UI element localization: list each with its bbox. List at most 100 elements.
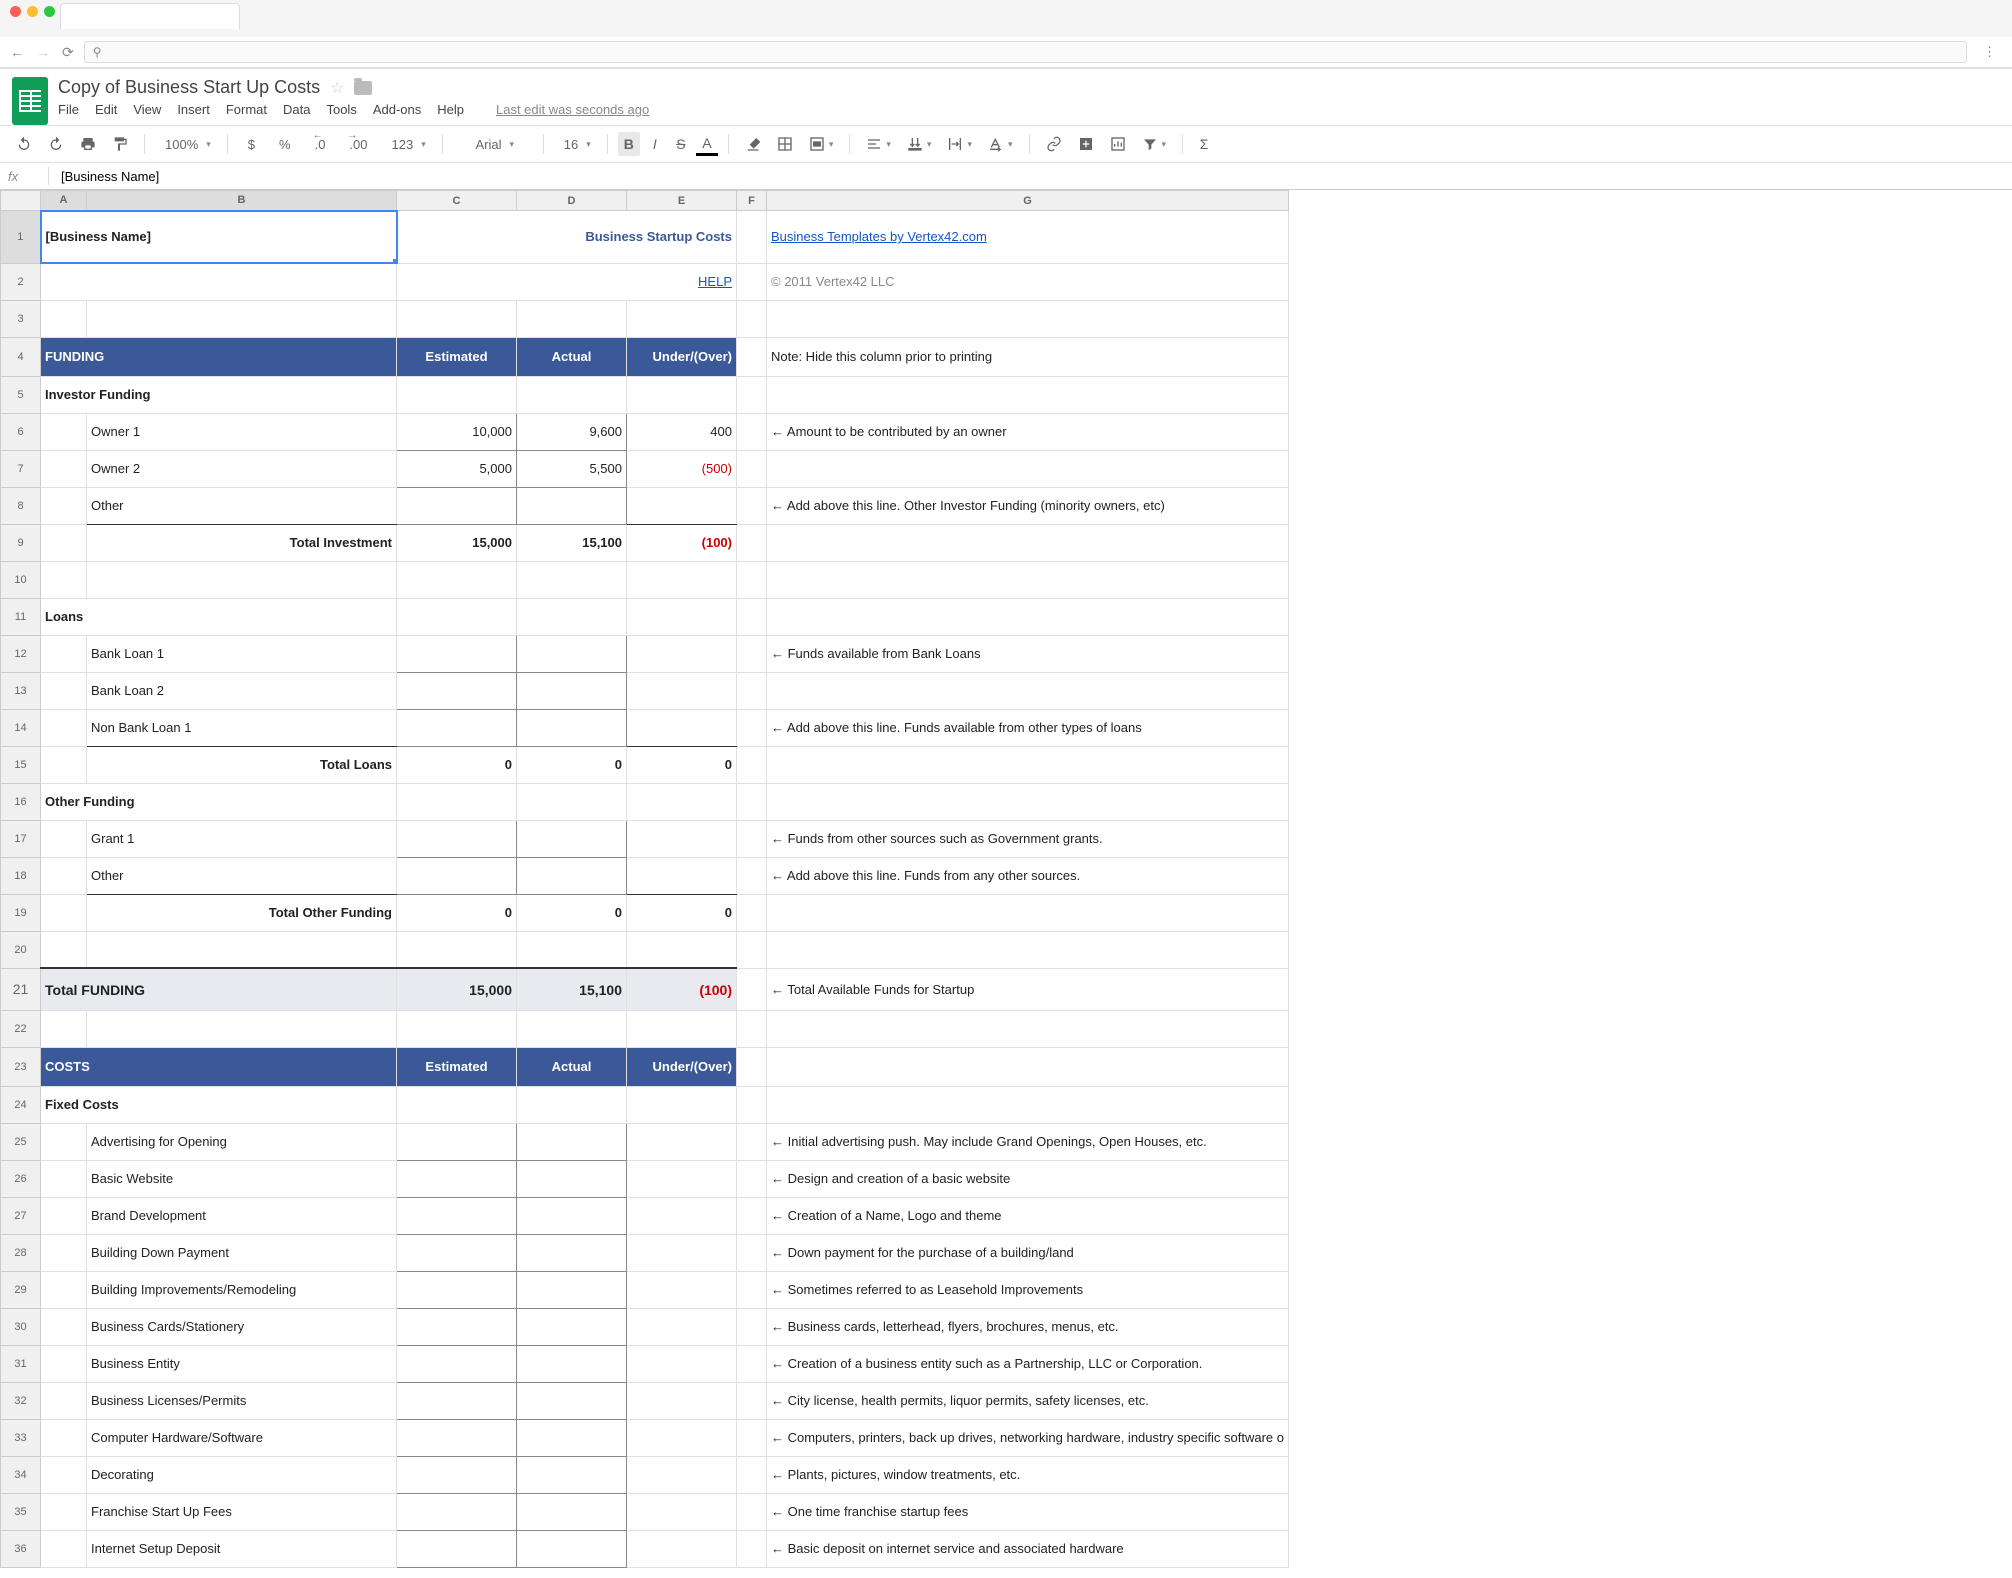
other-inv-label[interactable]: Other xyxy=(87,487,397,524)
cell[interactable] xyxy=(627,1456,737,1493)
bank1-est[interactable] xyxy=(397,635,517,672)
cell[interactable] xyxy=(737,1234,767,1271)
cell-copyright[interactable]: © 2011 Vertex42 LLC xyxy=(767,263,1289,300)
row-header[interactable]: 26 xyxy=(1,1160,41,1197)
cell[interactable] xyxy=(737,746,767,783)
doc-title[interactable]: Copy of Business Start Up Costs xyxy=(58,77,320,98)
cost-note[interactable]: ← Computers, printers, back up drives, n… xyxy=(767,1419,1289,1456)
cell[interactable] xyxy=(767,672,1289,709)
cost-item-label[interactable]: Internet Setup Deposit xyxy=(87,1530,397,1567)
row-header[interactable]: 27 xyxy=(1,1197,41,1234)
maximize-window-icon[interactable] xyxy=(44,6,55,17)
cost-act[interactable] xyxy=(517,1382,627,1419)
other-of-note[interactable]: ← Add above this line. Funds from any ot… xyxy=(767,857,1289,894)
cell[interactable] xyxy=(627,1123,737,1160)
last-edit-link[interactable]: Last edit was seconds ago xyxy=(496,102,649,117)
cell[interactable] xyxy=(767,746,1289,783)
cell[interactable] xyxy=(627,1530,737,1567)
cell[interactable] xyxy=(627,1271,737,1308)
currency-button[interactable]: $ xyxy=(238,132,265,156)
funding-under-header[interactable]: Under/(Over) xyxy=(627,337,737,376)
cell[interactable] xyxy=(41,1382,87,1419)
owner2-label[interactable]: Owner 2 xyxy=(87,450,397,487)
cost-note[interactable]: ← Business cards, letterhead, flyers, br… xyxy=(767,1308,1289,1345)
cell-templates-link[interactable]: Business Templates by Vertex42.com xyxy=(767,211,1289,264)
bank2-act[interactable] xyxy=(517,672,627,709)
row-header[interactable]: 30 xyxy=(1,1308,41,1345)
zoom-select[interactable]: 100% xyxy=(155,132,217,156)
cell[interactable] xyxy=(41,931,87,968)
cell[interactable] xyxy=(627,1419,737,1456)
cell[interactable] xyxy=(87,300,397,337)
cost-est[interactable] xyxy=(397,1382,517,1419)
cell[interactable] xyxy=(41,413,87,450)
total-inv-est[interactable]: 15,000 xyxy=(397,524,517,561)
row-header[interactable]: 16 xyxy=(1,783,41,820)
cost-est[interactable] xyxy=(397,1197,517,1234)
cost-item-label[interactable]: Advertising for Opening xyxy=(87,1123,397,1160)
cell[interactable] xyxy=(41,300,87,337)
cell[interactable] xyxy=(41,524,87,561)
row-header[interactable]: 17 xyxy=(1,820,41,857)
cell[interactable] xyxy=(767,376,1289,413)
text-rotation-icon[interactable] xyxy=(982,132,1019,156)
cell[interactable] xyxy=(737,413,767,450)
cell[interactable] xyxy=(627,1010,737,1047)
cell[interactable] xyxy=(627,487,737,524)
cell[interactable] xyxy=(627,1308,737,1345)
cell[interactable] xyxy=(41,263,397,300)
cell[interactable] xyxy=(737,820,767,857)
increase-decimals-button[interactable]: →.00 xyxy=(339,132,377,156)
cell[interactable] xyxy=(41,1197,87,1234)
cell[interactable] xyxy=(397,561,517,598)
cost-act[interactable] xyxy=(517,1308,627,1345)
owner1-note[interactable]: ← Amount to be contributed by an owner xyxy=(767,413,1289,450)
menu-file[interactable]: File xyxy=(58,102,79,117)
other-inv-est[interactable] xyxy=(397,487,517,524)
cell[interactable] xyxy=(737,672,767,709)
cell[interactable] xyxy=(627,598,737,635)
cell[interactable] xyxy=(767,524,1289,561)
cell[interactable] xyxy=(737,1047,767,1086)
cost-note[interactable]: ← Plants, pictures, window treatments, e… xyxy=(767,1456,1289,1493)
font-select[interactable]: Arial xyxy=(453,132,533,156)
row-header[interactable]: 24 xyxy=(1,1086,41,1123)
back-icon[interactable]: ← xyxy=(8,42,26,62)
cell[interactable] xyxy=(517,376,627,413)
cell[interactable] xyxy=(627,709,737,746)
cost-est[interactable] xyxy=(397,1234,517,1271)
cell[interactable] xyxy=(41,1160,87,1197)
nonbank-note[interactable]: ← Add above this line. Funds available f… xyxy=(767,709,1289,746)
nonbank-act[interactable] xyxy=(517,709,627,746)
cell[interactable] xyxy=(737,450,767,487)
browser-menu-icon[interactable]: ⋮ xyxy=(1975,44,2004,60)
cell[interactable] xyxy=(767,783,1289,820)
owner2-diff[interactable]: (500) xyxy=(627,450,737,487)
cost-note[interactable]: ← City license, health permits, liquor p… xyxy=(767,1382,1289,1419)
cost-item-label[interactable]: Computer Hardware/Software xyxy=(87,1419,397,1456)
cost-item-label[interactable]: Franchise Start Up Fees xyxy=(87,1493,397,1530)
cell[interactable] xyxy=(737,709,767,746)
text-color-button[interactable]: A xyxy=(696,132,718,156)
reload-icon[interactable]: ⟳ xyxy=(60,42,76,63)
row-header[interactable]: 11 xyxy=(1,598,41,635)
cell[interactable] xyxy=(737,783,767,820)
cell[interactable] xyxy=(737,635,767,672)
url-input[interactable] xyxy=(84,41,1967,63)
menu-view[interactable]: View xyxy=(133,102,161,117)
print-icon[interactable] xyxy=(74,132,102,156)
row-header[interactable]: 1 xyxy=(1,211,41,264)
cell[interactable] xyxy=(41,1493,87,1530)
total-other-act[interactable]: 0 xyxy=(517,894,627,931)
cell[interactable] xyxy=(627,1382,737,1419)
cell-help-link[interactable]: HELP xyxy=(397,263,737,300)
menu-addons[interactable]: Add-ons xyxy=(373,102,421,117)
costs-header[interactable]: COSTS xyxy=(41,1047,397,1086)
row-header[interactable]: 13 xyxy=(1,672,41,709)
cell[interactable] xyxy=(737,376,767,413)
cost-est[interactable] xyxy=(397,1530,517,1567)
fixed-costs-label[interactable]: Fixed Costs xyxy=(41,1086,397,1123)
cost-est[interactable] xyxy=(397,1345,517,1382)
cell[interactable] xyxy=(737,968,767,1010)
row-header[interactable]: 34 xyxy=(1,1456,41,1493)
